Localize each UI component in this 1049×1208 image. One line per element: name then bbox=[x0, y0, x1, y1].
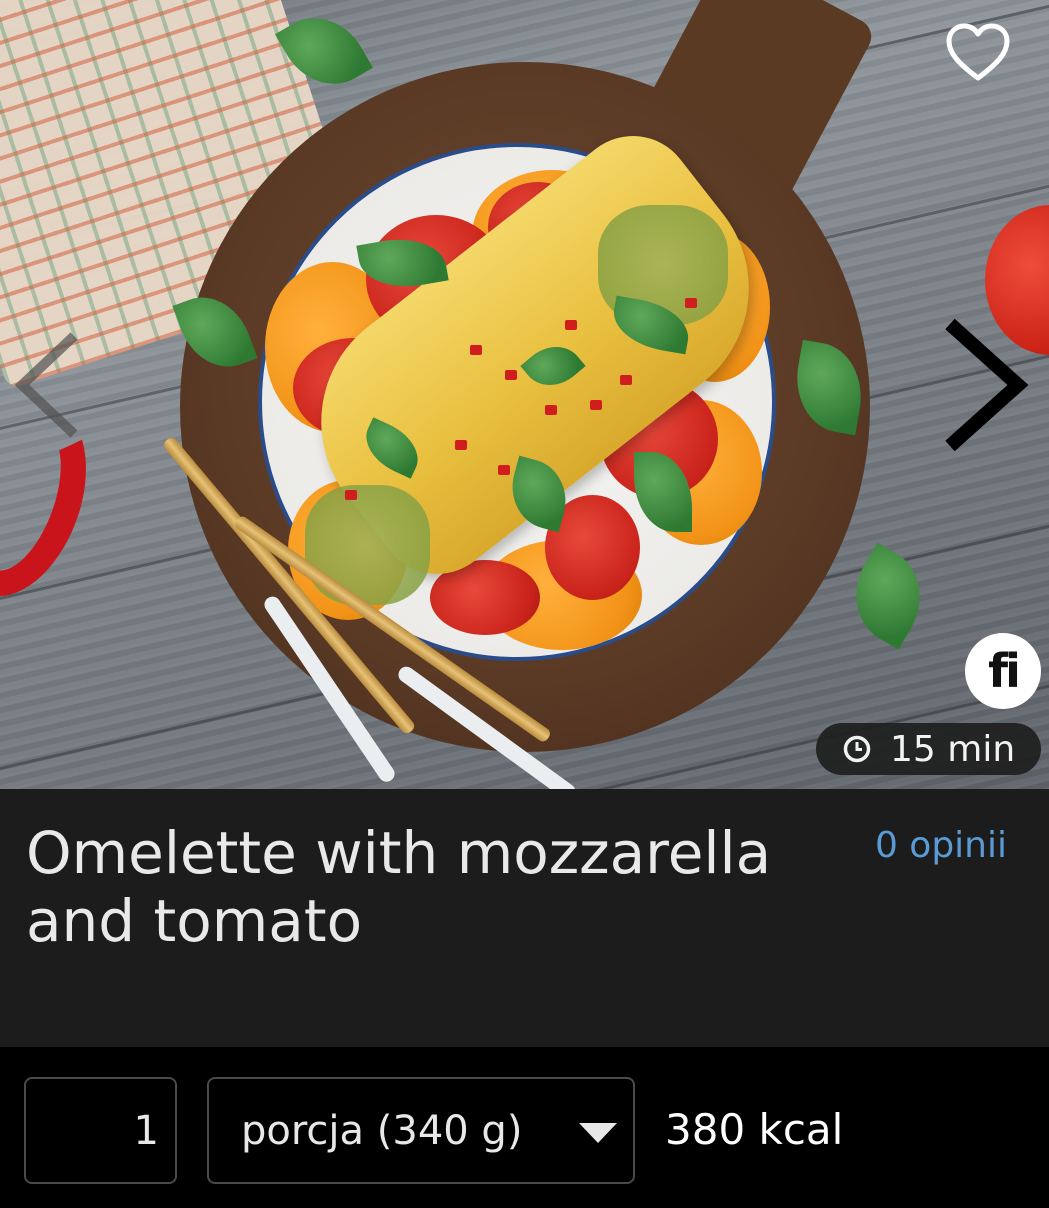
previous-image-button[interactable] bbox=[12, 330, 82, 440]
recipe-title-section: Omelette with mozzarella and tomato 0 op… bbox=[0, 789, 1049, 1047]
chili-bit bbox=[565, 320, 577, 330]
recipe-hero-image bbox=[0, 0, 1049, 789]
unit-dropdown[interactable]: porcja (340 g) bbox=[207, 1077, 635, 1184]
chili-bit bbox=[620, 375, 632, 385]
brand-logo-text: fi bbox=[988, 644, 1021, 698]
chevron-left-icon bbox=[14, 332, 78, 438]
basil-leaf bbox=[836, 542, 940, 650]
prep-time-text: 15 min bbox=[890, 728, 1016, 770]
chili-bit bbox=[505, 370, 517, 380]
chili-bit bbox=[498, 465, 510, 475]
chili-bit bbox=[545, 405, 557, 415]
chevron-right-icon bbox=[945, 318, 1029, 452]
next-image-button[interactable] bbox=[936, 318, 1032, 452]
chili-bit bbox=[455, 440, 467, 450]
portion-controls: porcja (340 g) 380 kcal bbox=[0, 1047, 1049, 1208]
brand-logo: fi bbox=[965, 633, 1041, 709]
recipe-title: Omelette with mozzarella and tomato bbox=[26, 819, 772, 955]
heart-outline-icon bbox=[946, 23, 1010, 81]
quantity-input[interactable] bbox=[24, 1077, 177, 1184]
prep-time-badge: 15 min bbox=[816, 723, 1041, 775]
favorite-button[interactable] bbox=[944, 22, 1012, 84]
chili-bit bbox=[685, 298, 697, 308]
chili-bit bbox=[470, 345, 482, 355]
chili-bit bbox=[345, 490, 357, 500]
unit-dropdown-value: porcja (340 g) bbox=[241, 1107, 523, 1154]
clock-icon bbox=[843, 735, 871, 763]
calories-value: 380 kcal bbox=[665, 1105, 844, 1154]
reviews-link[interactable]: 0 opinii bbox=[875, 825, 1007, 866]
caret-down-icon bbox=[579, 1123, 617, 1143]
chili-bit bbox=[590, 400, 602, 410]
